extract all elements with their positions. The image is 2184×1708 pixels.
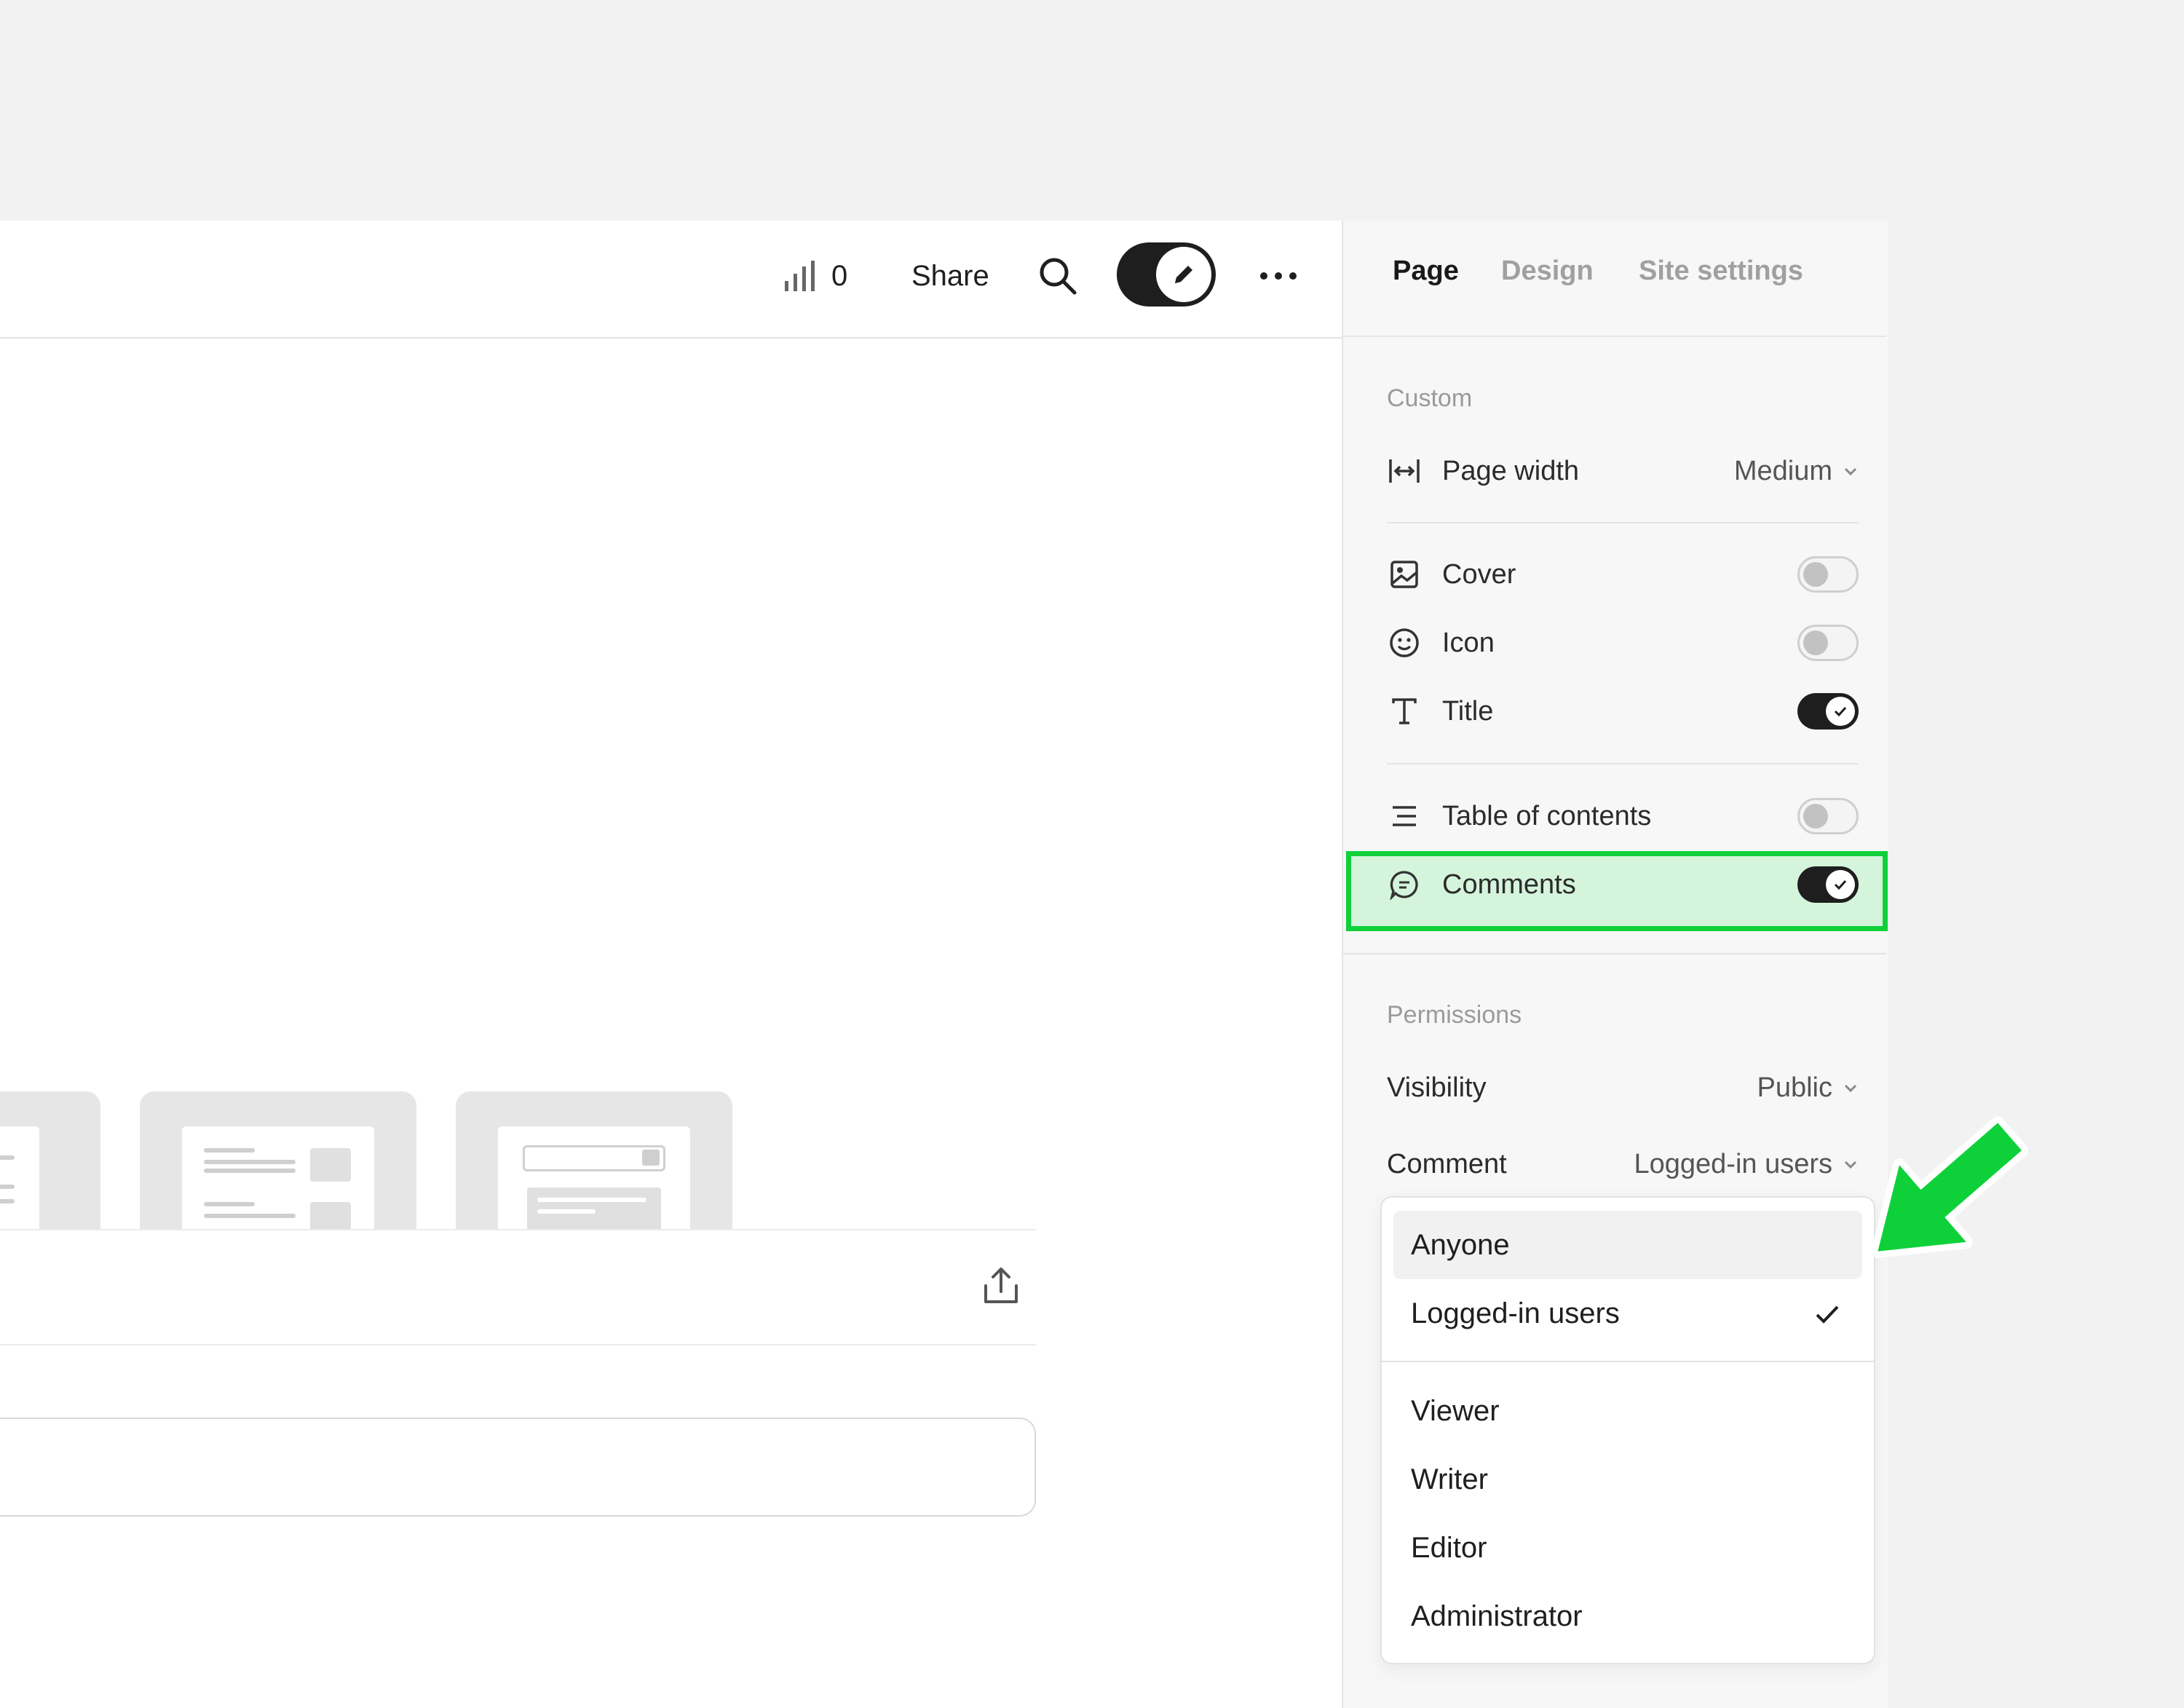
comments-toggle[interactable] <box>1797 866 1859 903</box>
template-card[interactable] <box>140 1091 416 1230</box>
export-icon[interactable] <box>980 1265 1022 1308</box>
template-card[interactable] <box>0 1091 100 1230</box>
stats-count: 0 <box>831 259 848 292</box>
more-options-icon[interactable] <box>1257 254 1300 298</box>
toc-row: Table of contents <box>1387 787 1859 845</box>
smiley-icon <box>1387 625 1422 660</box>
share-button[interactable]: Share <box>911 254 989 298</box>
page-width-row: Page width Medium <box>1387 442 1859 500</box>
option-anyone[interactable]: Anyone <box>1393 1211 1862 1279</box>
text-icon <box>1387 694 1422 729</box>
divider <box>1387 763 1859 764</box>
comment-permission-label: Comment <box>1387 1148 1507 1179</box>
page-width-icon <box>1387 454 1422 489</box>
template-card[interactable] <box>456 1091 732 1230</box>
divider <box>1342 953 1886 954</box>
cover-label: Cover <box>1442 558 1516 590</box>
comment-input-box[interactable] <box>0 1418 1036 1517</box>
option-label: Editor <box>1411 1531 1487 1564</box>
list-icon <box>1387 799 1422 834</box>
visibility-label: Visibility <box>1387 1072 1487 1103</box>
toc-label: Table of contents <box>1442 800 1652 831</box>
pencil-icon <box>1156 247 1211 302</box>
option-label: Viewer <box>1411 1394 1500 1427</box>
tab-design[interactable]: Design <box>1501 256 1594 287</box>
checkmark-icon <box>1816 1305 1839 1324</box>
option-label: Logged-in users <box>1411 1297 1620 1329</box>
icon-toggle[interactable] <box>1797 625 1859 661</box>
section-label-permissions: Permissions <box>1387 1001 1522 1029</box>
visibility-row: Visibility Public <box>1387 1059 1859 1117</box>
icon-row: Icon <box>1387 614 1859 672</box>
section-label-custom: Custom <box>1387 384 1473 412</box>
title-row: Title <box>1387 682 1859 740</box>
chevron-down-icon <box>1844 1084 1857 1093</box>
option-editor[interactable]: Editor <box>1393 1514 1862 1582</box>
option-viewer[interactable]: Viewer <box>1393 1377 1862 1445</box>
comment-permission-select[interactable]: Logged-in users <box>1634 1149 1859 1180</box>
page-footer-bar <box>0 1229 1036 1345</box>
check-icon <box>1826 870 1855 899</box>
page-stats-button[interactable]: 0 <box>783 254 847 298</box>
check-icon <box>1826 697 1855 726</box>
tab-page[interactable]: Page <box>1393 256 1459 287</box>
comments-row: Comments <box>1387 855 1859 914</box>
title-label: Title <box>1442 695 1494 727</box>
chevron-down-icon <box>1844 467 1857 476</box>
edit-mode-toggle[interactable] <box>1117 242 1216 307</box>
option-label: Administrator <box>1411 1600 1583 1632</box>
top-toolbar: 0 Share <box>0 221 1342 339</box>
page-width-select[interactable]: Medium <box>1734 456 1859 487</box>
option-label: Writer <box>1411 1463 1488 1495</box>
search-icon[interactable] <box>1037 254 1081 298</box>
icon-label: Icon <box>1442 627 1495 658</box>
option-writer[interactable]: Writer <box>1393 1445 1862 1514</box>
cover-row: Cover <box>1387 545 1859 604</box>
bar-chart-icon <box>783 261 818 291</box>
comment-permission-row: Comment Logged-in users <box>1387 1135 1859 1193</box>
tab-site-settings[interactable]: Site settings <box>1639 256 1803 287</box>
cover-toggle[interactable] <box>1797 556 1859 593</box>
option-label: Anyone <box>1411 1228 1510 1261</box>
divider <box>1342 336 1886 337</box>
option-logged-in-users[interactable]: Logged-in users <box>1393 1279 1862 1348</box>
comments-label: Comments <box>1442 869 1576 900</box>
annotation-arrow-icon <box>1871 1116 2028 1258</box>
visibility-select[interactable]: Public <box>1757 1072 1859 1104</box>
title-toggle[interactable] <box>1797 693 1859 730</box>
image-icon <box>1387 557 1422 592</box>
toc-toggle[interactable] <box>1797 798 1859 834</box>
comment-permission-dropdown: Anyone Logged-in users Viewer Writer Edi… <box>1380 1196 1875 1664</box>
option-administrator[interactable]: Administrator <box>1393 1582 1862 1650</box>
page-width-label: Page width <box>1442 455 1580 486</box>
visibility-value: Public <box>1757 1072 1833 1103</box>
divider <box>1387 522 1859 523</box>
divider <box>1382 1361 1874 1362</box>
comment-permission-value: Logged-in users <box>1634 1148 1832 1179</box>
comment-icon <box>1387 867 1422 902</box>
page-width-value: Medium <box>1733 455 1832 486</box>
